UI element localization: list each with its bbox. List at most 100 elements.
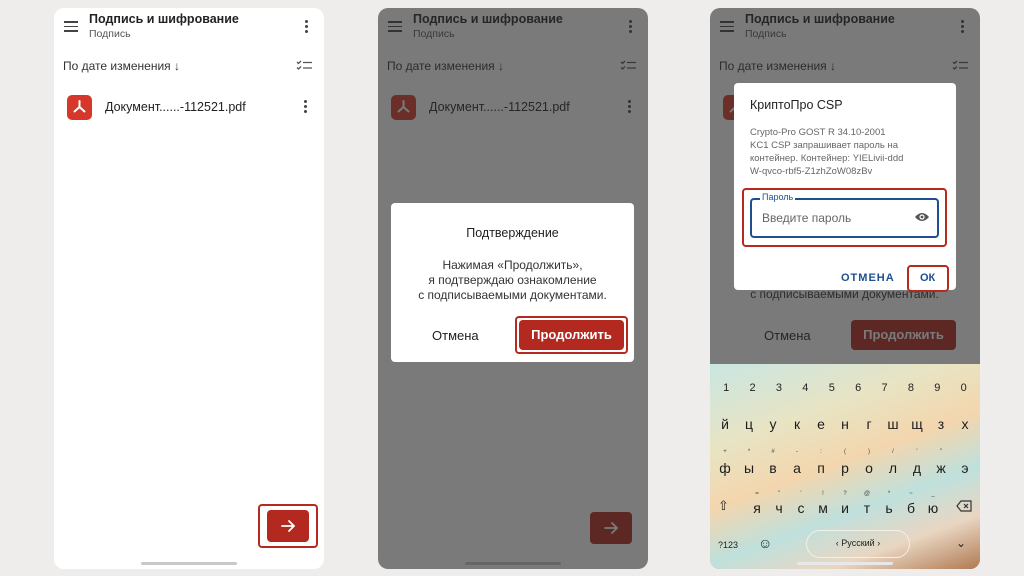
key[interactable]: я [746,500,768,516]
key[interactable]: ы [738,460,761,476]
message-line3: контейнер. Контейнер: YIELivii-ddd [750,153,904,164]
key[interactable]: 7 [873,382,896,394]
key[interactable]: 8 [899,382,922,394]
key-hint: @ [863,491,871,497]
sort-selector[interactable]: По дате изменения ↓ [63,59,180,73]
key[interactable]: 2 [741,382,764,394]
space-bar[interactable]: ‹ Русский › [806,530,910,558]
key[interactable]: г [858,416,881,432]
phone-screen-file-list: Подпись и шифрование Подпись По дате изм… [54,8,324,569]
dialog-text-line3: с подписываемыми документами. [418,288,607,302]
key[interactable]: ф [714,460,737,476]
key[interactable]: 1 [715,382,738,394]
confirmation-dialog: Подтверждение Нажимая «Продолжить», я по… [391,203,634,362]
backspace-icon[interactable] [956,500,972,512]
emoji-icon[interactable]: ☺ [758,535,772,551]
key-hint: ? [843,491,847,497]
key-hint: _ [931,491,935,497]
key-hint: ! [822,491,824,497]
dialog-message: Crypto-Pro GOST R 34.10-2001 KC1 CSP зап… [750,126,903,178]
arrow-right-icon [281,520,296,532]
key[interactable]: н [834,416,857,432]
keyboard-row2-hints: + * # - : ( ) / ' " [710,449,980,455]
enter-key-icon[interactable]: ⌄ [956,536,966,550]
dialog-title: КриптоПро CSP [750,98,843,112]
continue-button[interactable]: Продолжить [519,320,624,350]
key-hint: " [777,491,781,497]
key[interactable]: ж [930,460,953,476]
menu-icon[interactable] [64,21,78,32]
key[interactable]: о [858,460,881,476]
symbols-key[interactable]: ?123 [718,540,738,550]
key[interactable]: к [786,416,809,432]
key[interactable]: у [762,416,785,432]
key[interactable]: в [762,460,785,476]
pdf-file-icon [67,95,92,120]
key[interactable]: ц [738,416,761,432]
key[interactable]: ч [768,500,790,516]
app-bar: Подпись и шифрование Подпись [54,8,324,54]
key-hint: * [747,449,751,455]
key[interactable]: х [954,416,977,432]
key[interactable]: ь [878,500,900,516]
key-hint: ' [916,449,918,455]
gesture-bar [141,562,237,565]
key[interactable]: п [810,460,833,476]
key[interactable]: л [882,460,905,476]
key[interactable]: 6 [847,382,870,394]
file-options-icon[interactable] [304,100,308,113]
key[interactable]: 3 [767,382,790,394]
dialog-title: Подтверждение [466,226,559,240]
keyboard-row3-hints: = " ' ! ? @ * ~ _ [710,491,980,497]
keyboard-row2: ф ы в а п р о л д ж э [710,460,980,476]
key[interactable]: р [834,460,857,476]
key-hint: ' [800,491,802,497]
key[interactable]: 5 [820,382,843,394]
key-hint [954,449,977,455]
key[interactable]: е [810,416,833,432]
next-button[interactable] [267,510,309,542]
select-mode-icon[interactable] [296,60,312,72]
key[interactable]: з [930,416,953,432]
message-line1: Crypto-Pro GOST R 34.10-2001 [750,127,886,138]
key-hint: ~ [909,491,913,497]
more-options-icon[interactable] [305,20,309,33]
cancel-button[interactable]: Отмена [432,328,479,343]
key[interactable]: а [786,460,809,476]
dialog-text-line2: я подтверждаю ознакомление [428,273,597,287]
key[interactable]: 0 [952,382,975,394]
key[interactable]: с [790,500,812,516]
password-label: Пароль [760,192,796,202]
key[interactable]: э [954,460,977,476]
key[interactable]: ш [882,416,905,432]
key[interactable]: и [834,500,856,516]
show-password-eye-icon[interactable] [914,211,930,223]
key[interactable]: м [812,500,834,516]
file-list-item[interactable]: Документ......-112521.pdf [66,95,312,121]
password-placeholder: Введите пароль [762,211,852,225]
key[interactable]: 9 [926,382,949,394]
key[interactable]: й [714,416,737,432]
ok-button[interactable]: ОК [920,272,935,284]
app-subtitle: Подпись [89,28,131,40]
key[interactable]: щ [906,416,929,432]
key[interactable]: т [856,500,878,516]
key-hint: : [820,449,822,455]
key[interactable]: ю [922,500,944,516]
key-hint: ( [844,449,846,455]
key-hint: " [939,449,943,455]
cancel-button[interactable]: ОТМЕНА [841,272,895,284]
password-dialog: КриптоПро CSP Crypto-Pro GOST R 34.10-20… [734,83,956,292]
key[interactable]: д [906,460,929,476]
key[interactable]: 4 [794,382,817,394]
key-hint: / [892,449,894,455]
key-hint: = [755,491,759,497]
key-hint: * [887,491,891,497]
password-field[interactable]: Пароль Введите пароль [750,192,939,238]
key-hint: # [771,449,775,455]
keyboard-row1: й ц у к е н г ш щ з х [710,416,980,432]
key-hint: - [796,449,798,455]
key-hint: ) [868,449,870,455]
message-line4: W-qvco-rbf5-Z1zhZoW08zBv [750,166,873,177]
key[interactable]: б [900,500,922,516]
